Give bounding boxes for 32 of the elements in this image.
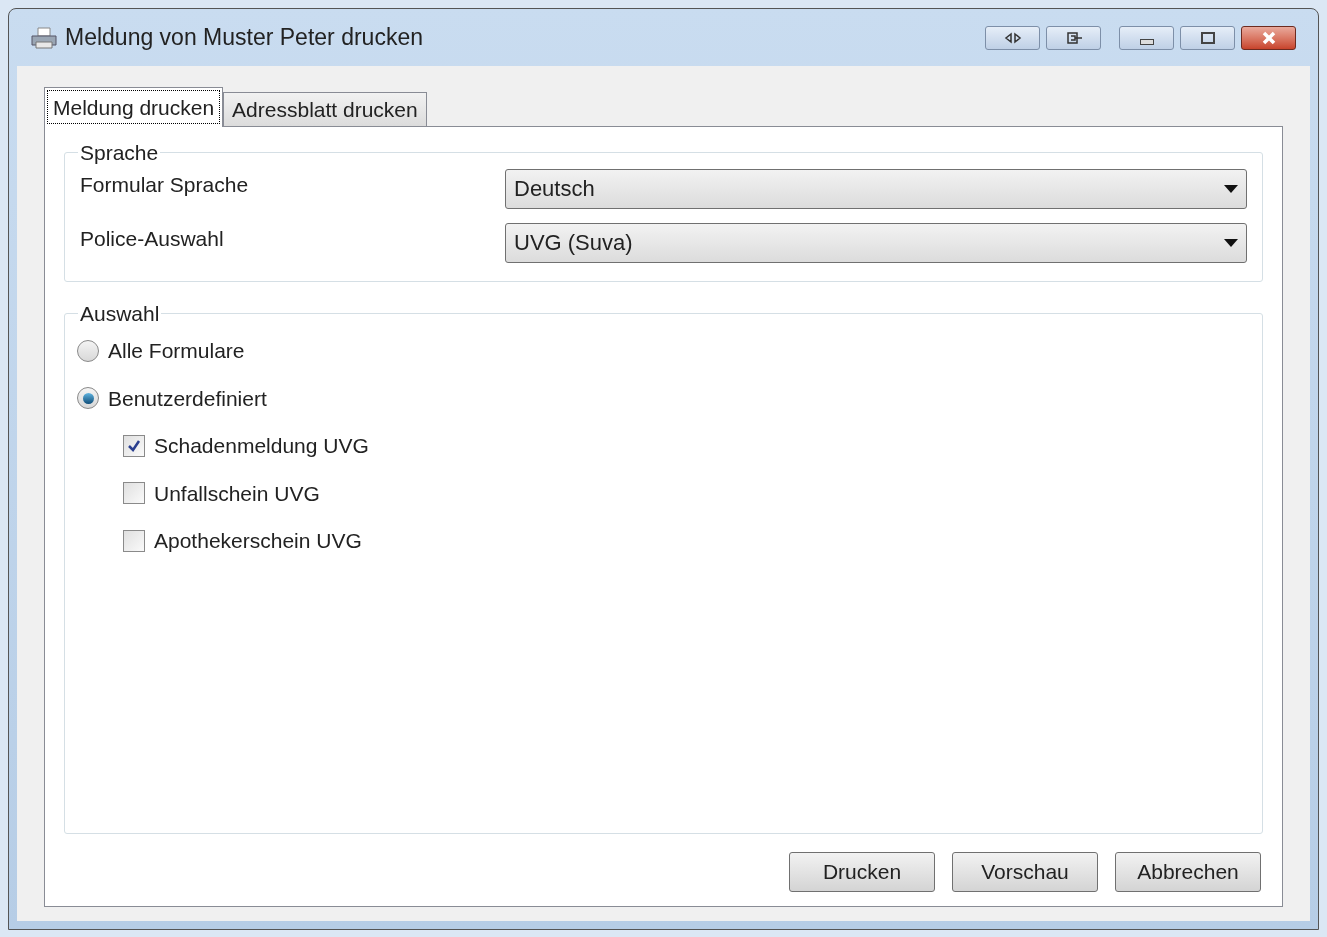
close-button[interactable]: [1241, 25, 1296, 50]
dialog-button[interactable]: Abbrechen: [1115, 852, 1261, 892]
field-label: Formular Sprache: [80, 171, 250, 198]
checkbox-label: Apothekerschein UVG: [154, 528, 362, 554]
radio-label: Benutzerdefiniert: [108, 385, 267, 412]
checkbox[interactable]: [123, 529, 145, 552]
minimize-icon: [1139, 38, 1154, 45]
toolbar-button[interactable]: [985, 25, 1040, 50]
dialog-button[interactable]: Drucken: [789, 852, 935, 892]
checkbox-label: Unfallschein UVG: [154, 480, 320, 507]
group-title: Auswahl: [79, 300, 161, 327]
field-label: Police-Auswahl: [80, 225, 225, 252]
checkmark-icon: [127, 438, 141, 453]
maximize-button[interactable]: [1180, 25, 1235, 50]
minimize-button[interactable]: [1119, 25, 1174, 50]
tab[interactable]: Adressblatt drucken: [223, 92, 427, 126]
caret-icon: [1224, 238, 1238, 247]
dropdown[interactable]: UVG (Suva): [505, 222, 1247, 263]
toolbar-button[interactable]: [1046, 25, 1101, 50]
radio-button[interactable]: [77, 387, 99, 410]
caret-icon: [1224, 184, 1238, 193]
dropdown[interactable]: Deutsch: [505, 168, 1247, 209]
window-title: Meldung von Muster Peter drucken: [65, 23, 424, 53]
printer-icon: [31, 26, 57, 49]
radio-label: Alle Formulare: [108, 338, 245, 364]
checkbox[interactable]: [123, 482, 145, 505]
checkbox-label: Schadenmeldung UVG: [154, 433, 369, 459]
group-title: Sprache: [79, 140, 160, 166]
tab[interactable]: Meldung drucken: [44, 87, 224, 127]
radio-button[interactable]: [77, 339, 99, 362]
checkbox[interactable]: [123, 434, 145, 457]
dialog-button[interactable]: Vorschau: [952, 852, 1098, 892]
